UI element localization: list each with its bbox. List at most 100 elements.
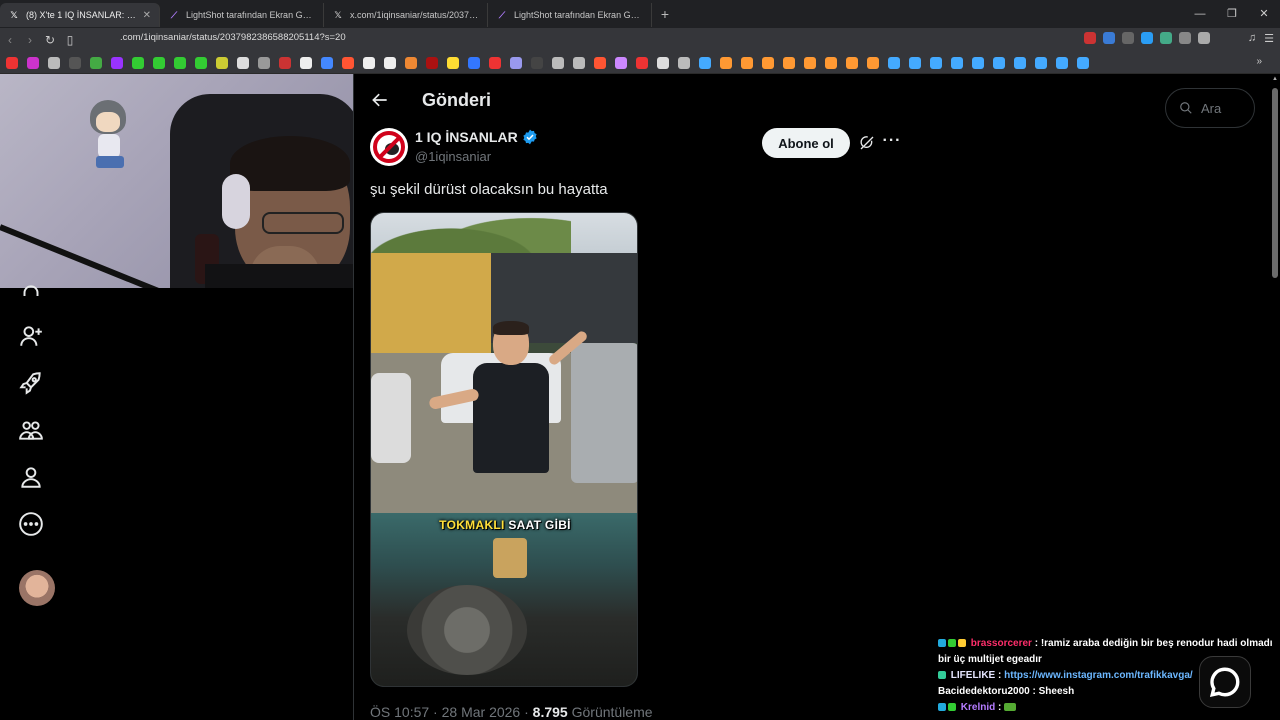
extension-icon[interactable] (1179, 32, 1191, 44)
chat-link[interactable]: https://www.instagram.com/trafikkavga/ (1004, 670, 1193, 681)
post-time[interactable]: ÖS 10:57 (370, 704, 429, 720)
bookmark-steam-icon[interactable] (909, 56, 921, 69)
forward-nav-icon[interactable]: › (20, 33, 40, 47)
bookmark-icon[interactable] (69, 56, 81, 69)
chat-username[interactable]: brassorcerer (971, 638, 1032, 649)
bookmark-icon[interactable] (657, 56, 669, 69)
bookmark-icon[interactable] (825, 56, 837, 69)
bookmark-icon[interactable] (90, 56, 102, 69)
bookmark-steam-icon[interactable] (1077, 56, 1089, 69)
extension-icon[interactable] (1084, 32, 1096, 44)
bookmark-icon[interactable] (489, 56, 501, 69)
post-date[interactable]: 28 Mar 2026 (442, 704, 521, 720)
extension-icon[interactable] (1160, 32, 1172, 44)
bookmark-icon[interactable] (552, 56, 564, 69)
bookmark-icon[interactable] (804, 56, 816, 69)
extension-icon[interactable] (1141, 32, 1153, 44)
menu-icon[interactable]: ☰ (1264, 32, 1274, 45)
chat-username[interactable]: LIFELIKE (951, 670, 995, 681)
tab-x-post[interactable]: 𝕏 (8) X'te 1 IQ İNSANLAR: "şu ş ✕ (0, 3, 160, 27)
bookmark-icon[interactable] (237, 56, 249, 69)
chat-username[interactable]: Bacidedektoru2000 (938, 686, 1030, 697)
more-circle-icon[interactable] (18, 511, 44, 537)
bookmark-icon[interactable] (846, 56, 858, 69)
author-avatar[interactable] (370, 128, 408, 166)
more-options-icon[interactable]: ··· (882, 132, 902, 152)
premium-rocket-icon[interactable] (18, 370, 44, 396)
minimize-button[interactable]: — (1184, 0, 1216, 28)
bookmark-icon[interactable] (279, 56, 291, 69)
account-avatar[interactable] (19, 570, 55, 606)
bookmark-x-icon[interactable] (300, 56, 312, 69)
bookmark-icon[interactable]: ▯ (60, 33, 80, 47)
bookmark-kick-icon[interactable] (132, 56, 144, 69)
bookmarks-overflow-icon[interactable]: » (1256, 56, 1262, 67)
page-scrollbar[interactable] (1270, 74, 1280, 720)
bookmark-steam-icon[interactable] (930, 56, 942, 69)
messages-chat-button[interactable] (1199, 656, 1251, 708)
bookmark-icon[interactable] (321, 56, 333, 69)
bookmark-reddit-icon[interactable] (342, 56, 354, 69)
address-bar[interactable]: .com/1iqinsaniar/status/2037982386588205… (120, 32, 346, 43)
communities-icon[interactable] (18, 417, 44, 443)
bookmark-icon[interactable] (48, 56, 60, 69)
bookmark-icon[interactable] (363, 56, 375, 69)
tab-x-status[interactable]: 𝕏 x.com/1iqinsaniar/status/20379823 (324, 3, 488, 27)
new-tab-button[interactable]: + (652, 6, 678, 22)
reload-icon[interactable]: ↻ (40, 33, 60, 47)
close-window-button[interactable]: ✕ (1248, 0, 1280, 28)
author-handle[interactable]: @1iqinsaniar (415, 149, 491, 164)
bookmark-icon[interactable] (405, 56, 417, 69)
bookmark-icon[interactable] (510, 56, 522, 69)
tab-lightshot-2[interactable]: ⟋ LightShot tarafından Ekran Görüntüsü (488, 3, 652, 27)
bookmark-icon[interactable] (867, 56, 879, 69)
notifications-bell-icon[interactable] (18, 282, 44, 296)
bookmark-steam-icon[interactable] (699, 56, 711, 69)
bookmark-icon[interactable] (783, 56, 795, 69)
bookmark-icon[interactable] (216, 56, 228, 69)
chat-username[interactable]: Krelnid (961, 702, 995, 713)
search-input[interactable]: Ara (1165, 88, 1255, 128)
bookmark-icon[interactable] (195, 56, 207, 69)
bookmark-youtube-icon[interactable] (6, 56, 18, 69)
bookmark-twitch-icon[interactable] (111, 56, 123, 69)
folder-icon[interactable] (678, 56, 690, 69)
close-tab-icon[interactable]: ✕ (143, 10, 151, 21)
bookmark-instagram-icon[interactable] (27, 56, 39, 69)
bookmark-icon[interactable] (531, 56, 543, 69)
extension-icon[interactable] (1122, 32, 1134, 44)
grok-icon[interactable] (858, 134, 876, 152)
bookmark-icon[interactable] (594, 56, 606, 69)
bookmark-kick-icon[interactable] (174, 56, 186, 69)
bookmark-steam-icon[interactable] (1056, 56, 1068, 69)
bookmark-icon[interactable] (426, 56, 438, 69)
post-video[interactable]: TOKMAKLI SAAT GİBİ (370, 212, 638, 687)
scroll-up-icon[interactable]: ▲ (1272, 76, 1278, 82)
restore-button[interactable]: ❐ (1216, 0, 1248, 28)
scrollbar-thumb[interactable] (1272, 88, 1278, 278)
bookmark-icon[interactable] (636, 56, 648, 69)
author-name-row[interactable]: 1 IQ İNSANLAR (415, 129, 538, 145)
bookmark-icon[interactable] (258, 56, 270, 69)
tab-lightshot-1[interactable]: ⟋ LightShot tarafından Ekran Görüntüsü (160, 3, 324, 27)
bookmark-icon[interactable] (447, 56, 459, 69)
back-arrow-icon[interactable] (370, 90, 390, 110)
bookmark-steam-icon[interactable] (972, 56, 984, 69)
subscribe-button[interactable]: Abone ol (762, 128, 850, 158)
back-nav-icon[interactable]: ‹ (0, 33, 20, 47)
bookmark-steam-icon[interactable] (1035, 56, 1047, 69)
extension-icon[interactable] (1103, 32, 1115, 44)
puzzle-icon[interactable] (1198, 32, 1210, 44)
bookmark-steam-icon[interactable] (1014, 56, 1026, 69)
bookmark-icon[interactable] (615, 56, 627, 69)
bookmark-amazon-icon[interactable] (384, 56, 396, 69)
bookmark-steam-icon[interactable] (951, 56, 963, 69)
bookmark-steam-icon[interactable] (993, 56, 1005, 69)
bookmark-kick-icon[interactable] (153, 56, 165, 69)
bookmark-steam-icon[interactable] (888, 56, 900, 69)
bookmark-icon[interactable] (720, 56, 732, 69)
profile-icon[interactable] (18, 464, 44, 490)
bookmark-icon[interactable] (468, 56, 480, 69)
author-name[interactable]: 1 IQ İNSANLAR (415, 129, 518, 145)
bookmark-icon[interactable] (741, 56, 753, 69)
